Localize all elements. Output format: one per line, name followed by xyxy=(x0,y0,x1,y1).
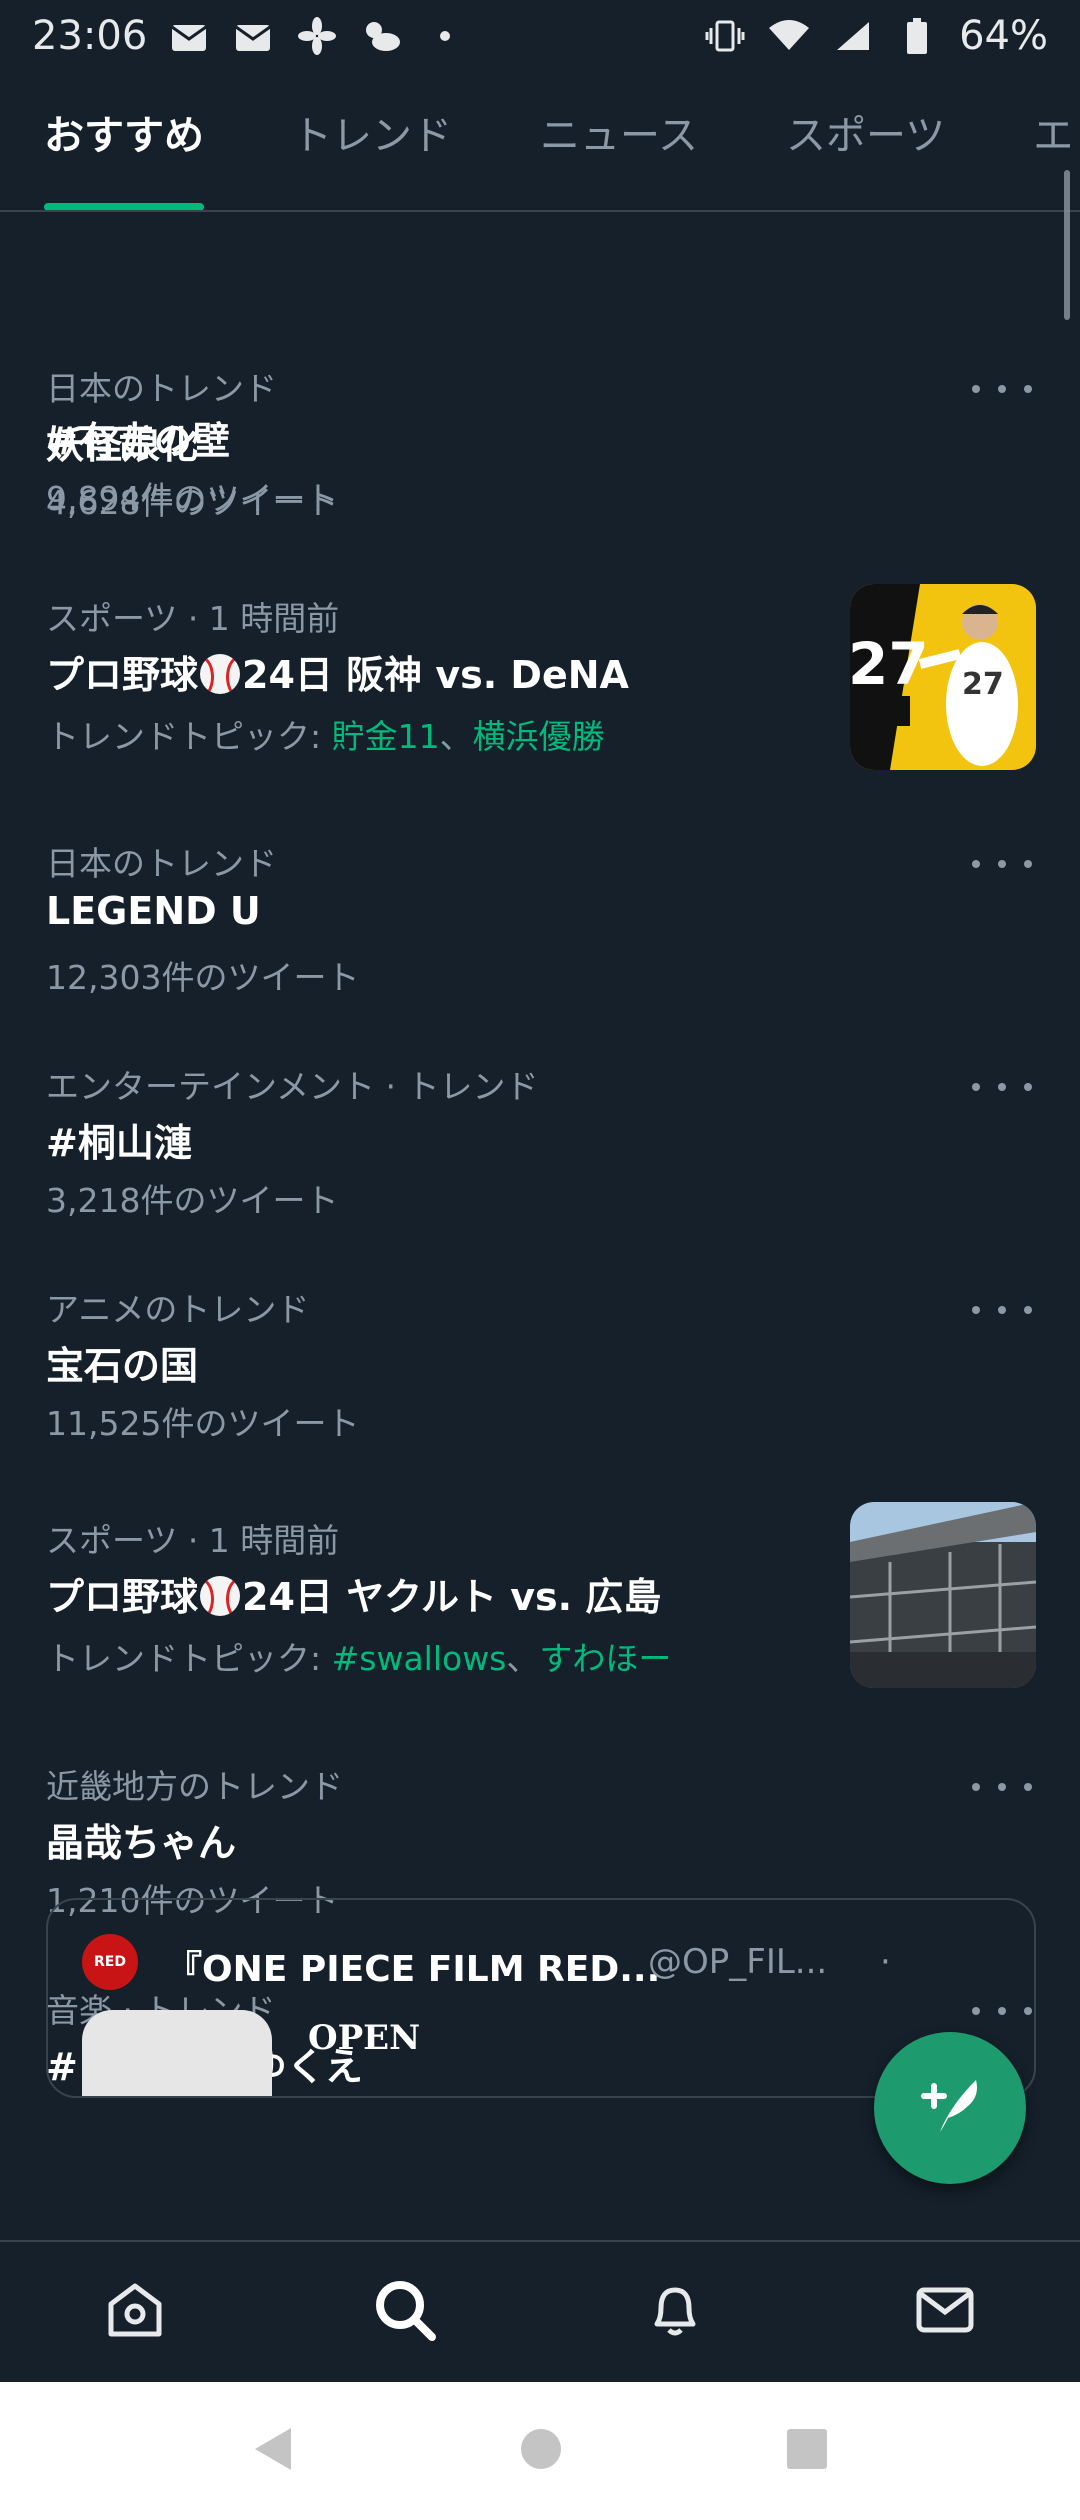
recents-icon[interactable] xyxy=(785,2427,829,2475)
home-icon xyxy=(103,2278,167,2346)
trend-title-prefix: プロ野球 xyxy=(46,1575,199,1619)
avatar[interactable]: RED xyxy=(82,1934,138,1990)
system-navigation-bar xyxy=(0,2382,1080,2520)
trend-title-suffix: 24日 ヤクルト vs. 広島 xyxy=(242,1575,662,1619)
trend-item[interactable]: スポーツ · 1 時間前 プロ野球 24日 ヤクルト vs. 広島 トレンドトピッ… xyxy=(0,1502,1080,1724)
more-options-button[interactable] xyxy=(972,849,1032,879)
tab-sports[interactable]: スポーツ xyxy=(742,72,989,210)
baseball-icon xyxy=(200,654,241,694)
nav-home[interactable] xyxy=(75,2252,195,2372)
tweet-author-handle: @OP_FIL... xyxy=(648,1942,828,1982)
tab-recommended[interactable]: おすすめ xyxy=(0,72,248,210)
tweet-separator-dot: · xyxy=(880,1942,891,1982)
nav-search[interactable] xyxy=(345,2252,465,2372)
trend-list: #有吉の壁 9,894件のツイート 日本のトレンド 妖怪娘化 4,628件のツイ… xyxy=(0,212,1080,2240)
topics-label: トレンドトピック: xyxy=(46,1639,332,1678)
trend-meta: 日本のトレンド xyxy=(46,369,277,408)
tab-label: スポーツ xyxy=(786,113,946,159)
compose-feather-icon xyxy=(910,2066,990,2150)
more-options-button[interactable] xyxy=(972,1772,1032,1802)
compose-tweet-button[interactable] xyxy=(874,2032,1026,2184)
status-right: 64% xyxy=(703,13,1048,59)
trend-title: #桐山漣 xyxy=(46,1121,192,1165)
trend-count: 3,218件のツイート xyxy=(46,1181,339,1220)
mail-notification-icon-2 xyxy=(231,14,275,58)
status-bar: 23:06 64% xyxy=(0,0,1080,72)
topic-link[interactable]: 横浜優勝 xyxy=(473,717,605,756)
tab-label: おすすめ xyxy=(44,113,204,159)
topic-link[interactable]: 貯金11 xyxy=(332,717,440,756)
trend-count: 11,525件のツイート xyxy=(46,1404,360,1443)
trend-meta: 日本のトレンド xyxy=(46,844,277,883)
trend-item[interactable]: 日本のトレンド 妖怪娘化 4,628件のツイート xyxy=(0,362,1080,572)
nav-notifications[interactable] xyxy=(615,2252,735,2372)
explore-tabs: おすすめ トレンド ニュース スポーツ エ xyxy=(0,72,1080,212)
pinwheel-icon xyxy=(295,14,339,58)
trend-title: 妖怪娘化 xyxy=(46,423,199,467)
trend-item[interactable]: エンターテインメント · トレンド #桐山漣 3,218件のツイート xyxy=(0,1060,1080,1270)
topic-link[interactable]: #swallows xyxy=(332,1639,507,1678)
topic-separator: 、 xyxy=(439,717,473,756)
trend-title: 晶哉ちゃん xyxy=(46,1821,237,1865)
tab-trends[interactable]: トレンド xyxy=(248,72,496,210)
bottom-navigation xyxy=(0,2240,1080,2382)
trend-topics: トレンドトピック: #swallows、すわほー xyxy=(46,1632,671,1680)
trend-count: 12,303件のツイート xyxy=(46,958,360,997)
mail-notification-icon xyxy=(167,14,211,58)
tweet-text: OPEN xyxy=(308,2018,421,2058)
svg-text:27: 27 xyxy=(850,630,929,698)
tweet-author-name: 『ONE PIECE FILM RED... xyxy=(166,1949,661,1990)
mail-icon xyxy=(913,2278,977,2346)
search-icon xyxy=(372,2277,438,2347)
topic-link[interactable]: すわほー xyxy=(539,1639,671,1678)
home-circle-icon[interactable] xyxy=(518,2426,564,2476)
trend-title: プロ野球 24日 阪神 vs. DeNA xyxy=(46,644,629,699)
more-options-button[interactable] xyxy=(972,1295,1032,1325)
trend-meta: 近畿地方のトレンド xyxy=(46,1767,343,1806)
trend-title: プロ野球 24日 ヤクルト vs. 広島 xyxy=(46,1566,661,1621)
trend-meta: スポーツ · 1 時間前 xyxy=(46,1521,340,1560)
nav-messages[interactable] xyxy=(885,2252,1005,2372)
battery-percent: 64% xyxy=(959,13,1048,59)
trend-item[interactable]: 日本のトレンド LEGEND U 12,303件のツイート xyxy=(0,837,1080,1047)
trend-meta: アニメのトレンド xyxy=(46,1290,310,1329)
status-left: 23:06 xyxy=(32,13,467,59)
tweet-media[interactable] xyxy=(82,2010,272,2096)
weather-icon xyxy=(359,14,403,58)
more-options-button[interactable] xyxy=(972,374,1032,404)
trend-meta: エンターテインメント · トレンド xyxy=(46,1067,539,1106)
notification-dot-icon xyxy=(423,14,467,58)
clock: 23:06 xyxy=(32,13,148,59)
trend-meta: スポーツ · 1 時間前 xyxy=(46,599,340,638)
trend-title: LEGEND U xyxy=(46,889,261,933)
topics-label: トレンドトピック: xyxy=(46,717,332,756)
tab-label: ニュース xyxy=(540,113,698,159)
trend-title-suffix: 24日 阪神 vs. DeNA xyxy=(242,653,629,697)
tab-label: エ xyxy=(1033,113,1074,159)
bell-icon xyxy=(643,2278,707,2346)
vibrate-icon xyxy=(703,14,747,58)
topic-separator: 、 xyxy=(506,1639,540,1678)
more-options-button[interactable] xyxy=(972,1072,1032,1102)
signal-icon xyxy=(831,14,875,58)
trend-count: 4,628件のツイート xyxy=(46,483,339,522)
trend-item[interactable]: スポーツ · 1 時間前 プロ野球 24日 阪神 vs. DeNA トレンドトピッ… xyxy=(0,584,1080,802)
wifi-icon xyxy=(767,14,811,58)
trend-topics: トレンドトピック: 貯金11、横浜優勝 xyxy=(46,710,605,758)
baseball-icon xyxy=(200,1576,241,1616)
tab-label: トレンド xyxy=(292,113,452,159)
tab-news[interactable]: ニュース xyxy=(496,72,742,210)
active-tab-indicator xyxy=(44,203,204,210)
battery-icon xyxy=(895,14,939,58)
trend-item[interactable]: アニメのトレンド 宝石の国 11,525件のツイート xyxy=(0,1283,1080,1493)
back-icon[interactable] xyxy=(251,2424,297,2478)
trend-thumbnail[interactable] xyxy=(850,1502,1036,1688)
trend-title-prefix: プロ野球 xyxy=(46,653,199,697)
trend-thumbnail[interactable]: 27 27 xyxy=(850,584,1036,770)
svg-text:27: 27 xyxy=(962,667,1004,702)
trend-title: 宝石の国 xyxy=(46,1344,199,1388)
